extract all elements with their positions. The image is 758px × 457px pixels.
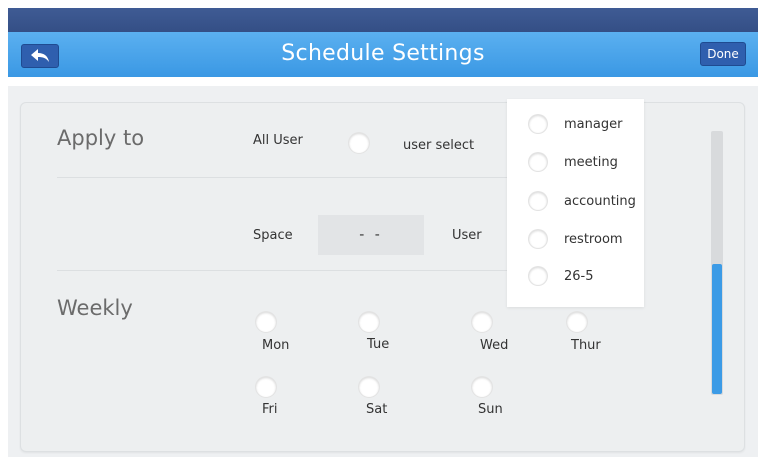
day-radio-thur[interactable] (567, 312, 587, 332)
option-label: meeting (564, 155, 618, 170)
weekly-label: Weekly (57, 296, 133, 320)
dropdown-option-26-5[interactable]: 26-5 (507, 265, 644, 295)
scrollbar-thumb[interactable] (712, 264, 722, 394)
divider (57, 270, 507, 271)
done-button[interactable]: Done (700, 42, 746, 66)
option-radio[interactable] (529, 267, 547, 285)
day-radio-fri[interactable] (256, 377, 276, 397)
dropdown-option-restroom[interactable]: restroom (507, 228, 644, 258)
space-select[interactable]: - - (318, 215, 424, 255)
apply-to-label: Apply to (57, 126, 145, 150)
option-label: manager (564, 117, 623, 132)
option-label: accounting (564, 194, 636, 209)
all-user-label: All User (253, 133, 303, 148)
day-radio-sun[interactable] (472, 377, 492, 397)
day-radio-tue[interactable] (359, 312, 379, 332)
dropdown-option-manager[interactable]: manager (507, 113, 644, 143)
day-radio-wed[interactable] (472, 312, 492, 332)
dropdown-option-accounting[interactable]: accounting (507, 190, 644, 220)
divider (57, 177, 507, 178)
day-label-tue: Tue (367, 337, 390, 352)
dropdown-option-meeting[interactable]: meeting (507, 151, 644, 181)
day-label-mon: Mon (262, 338, 290, 353)
option-radio[interactable] (529, 230, 547, 248)
day-radio-sat[interactable] (359, 377, 379, 397)
day-label-wed: Wed (480, 338, 509, 353)
page-title: Schedule Settings (281, 41, 485, 66)
user-dropdown: manager meeting accounting restroom 26-5 (507, 99, 644, 307)
day-label-sat: Sat (366, 402, 388, 417)
option-label: 26-5 (564, 269, 594, 284)
user-select-label[interactable]: user select (403, 138, 474, 153)
all-user-radio[interactable] (349, 133, 369, 153)
user-label: User (452, 228, 482, 243)
option-label: restroom (564, 232, 623, 247)
option-radio[interactable] (529, 153, 547, 171)
day-label-thur: Thur (571, 338, 601, 353)
day-label-fri: Fri (262, 402, 278, 417)
option-radio[interactable] (529, 115, 547, 133)
day-radio-mon[interactable] (256, 312, 276, 332)
status-bar (8, 8, 758, 32)
header-bar: Schedule Settings Done (8, 32, 758, 77)
option-radio[interactable] (529, 192, 547, 210)
day-label-sun: Sun (478, 402, 503, 417)
space-label: Space (253, 228, 293, 243)
